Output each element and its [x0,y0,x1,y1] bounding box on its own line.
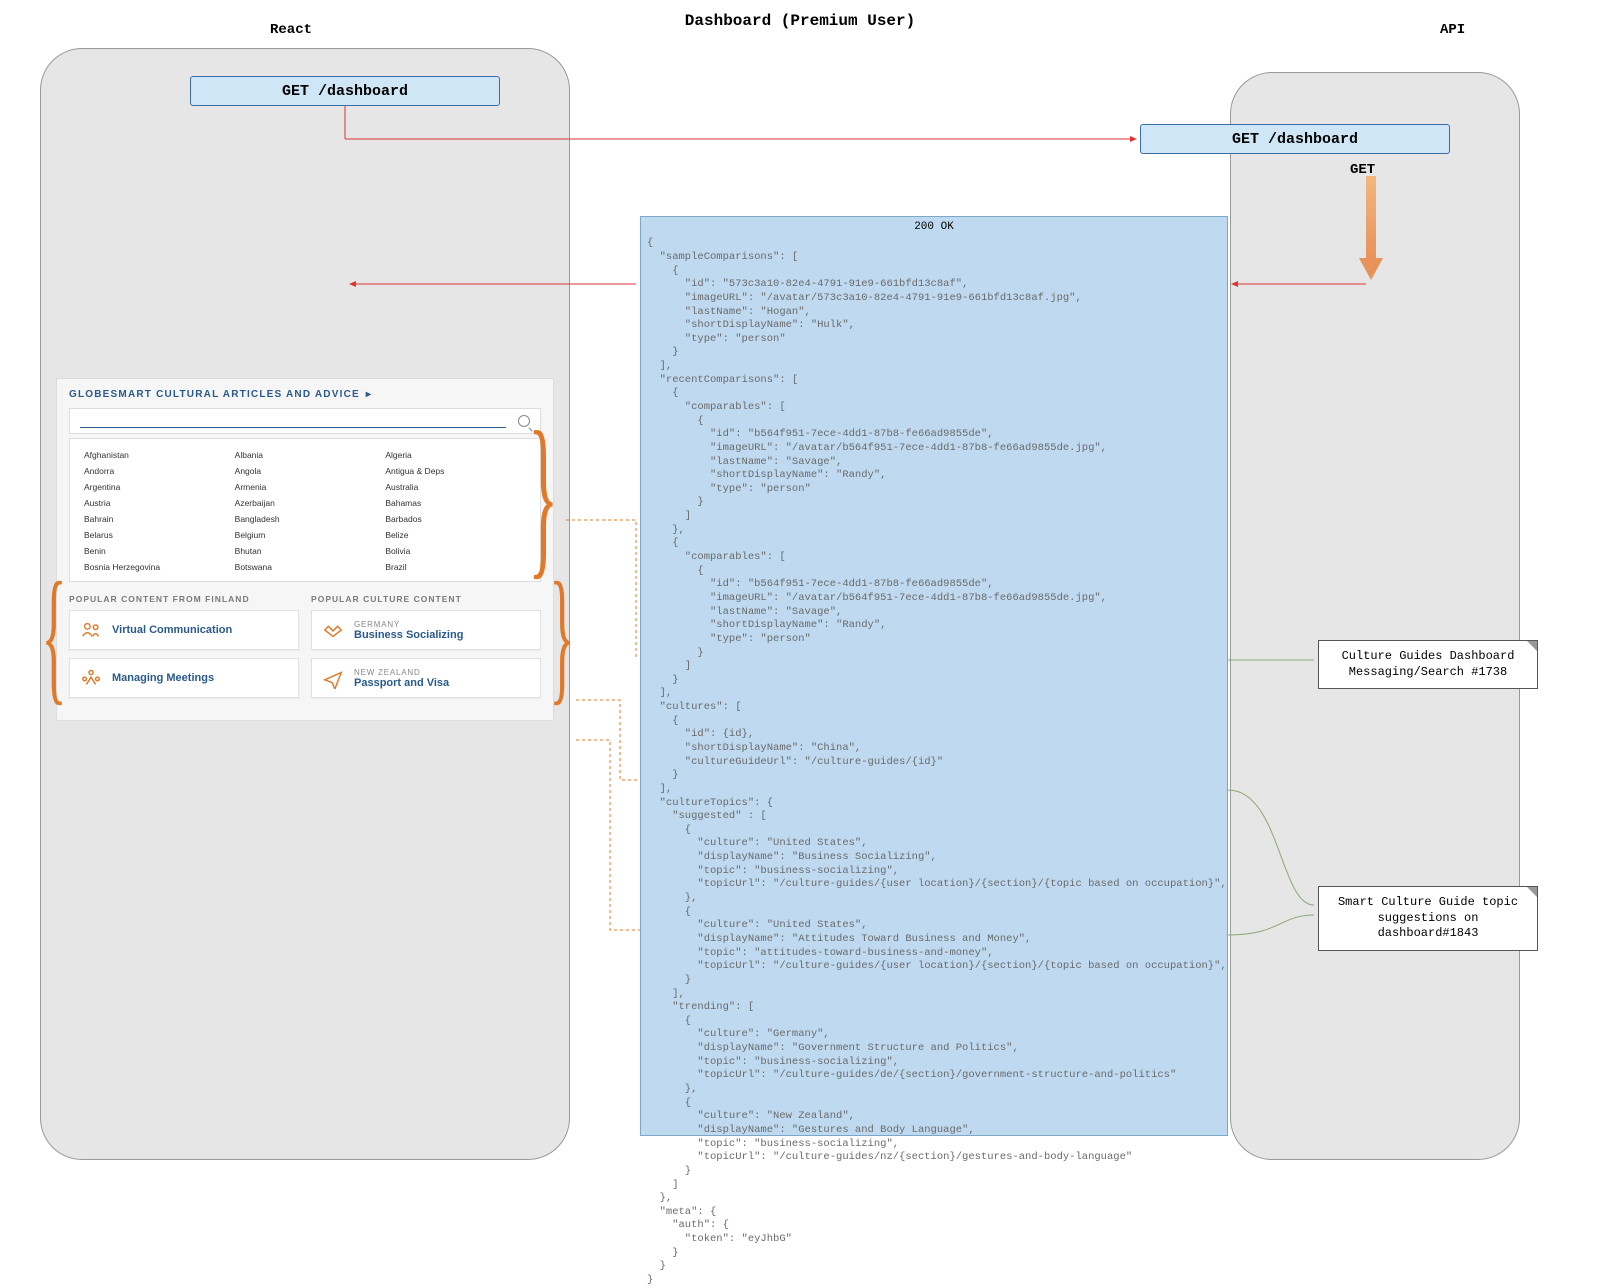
card-passport-visa[interactable]: NEW ZEALANDPassport and Visa [311,658,541,698]
country-grid: Afghanistan Albania Algeria Andorra Angola An… [69,438,541,582]
request-box-api: GET /dashboard [1140,124,1450,154]
people-icon [80,619,102,641]
widget-title: GLOBESMART CULTURAL ARTICLES AND ADVICE▸ [69,389,541,400]
country-item[interactable]: Bhutan [235,543,376,559]
plane-icon [322,667,344,689]
country-item[interactable]: Albania [235,447,376,463]
api-frame [1230,72,1520,1160]
popular-from-heading: POPULAR CONTENT FROM FINLAND [69,594,299,604]
diagram-title: Dashboard (Premium User) [685,12,915,30]
card-virtual-communication[interactable]: Virtual Communication [69,610,299,650]
country-item[interactable]: Australia [385,479,526,495]
card-managing-meetings[interactable]: Managing Meetings [69,658,299,698]
search-input[interactable] [69,408,541,434]
country-item[interactable]: Belize [385,527,526,543]
country-item[interactable]: Barbados [385,511,526,527]
status-label: 200 OK [641,217,1227,237]
card-business-socializing[interactable]: GERMANYBusiness Socializing [311,610,541,650]
country-item[interactable]: Bangladesh [235,511,376,527]
country-item[interactable]: Austria [84,495,225,511]
country-item[interactable]: Afghanistan [84,447,225,463]
country-item[interactable]: Bahrain [84,511,225,527]
request-box-react: GET /dashboard [190,76,500,106]
country-item[interactable]: Botswana [235,559,376,575]
country-item[interactable]: Algeria [385,447,526,463]
meeting-icon [80,667,102,689]
country-item[interactable]: Belgium [235,527,376,543]
lane-label-react: React [270,22,312,38]
handshake-icon [322,619,344,641]
culture-widget: GLOBESMART CULTURAL ARTICLES AND ADVICE▸… [56,378,554,721]
country-item[interactable]: Azerbaijan [235,495,376,511]
country-item[interactable]: Bolivia [385,543,526,559]
note-smart-topics: Smart Culture Guide topic suggestions on… [1318,886,1538,951]
country-item[interactable]: Bosnia Herzegovina [84,559,225,575]
json-body: { "sampleComparisons": [ { "id": "573c3a… [641,237,1227,1287]
note-culture-guides: Culture Guides Dashboard Messaging/Searc… [1318,640,1538,689]
get-label: GET [1350,162,1375,178]
country-item[interactable]: Benin [84,543,225,559]
country-item[interactable]: Argentina [84,479,225,495]
lane-label-api: API [1440,22,1465,38]
country-item[interactable]: Bahamas [385,495,526,511]
chevron-right-icon: ▸ [366,389,372,400]
country-item[interactable]: Brazil [385,559,526,575]
popular-culture-heading: POPULAR CULTURE CONTENT [311,594,541,604]
country-item[interactable]: Belarus [84,527,225,543]
country-item[interactable]: Angola [235,463,376,479]
country-item[interactable]: Armenia [235,479,376,495]
country-item[interactable]: Antigua & Deps [385,463,526,479]
json-response-panel: 200 OK { "sampleComparisons": [ { "id": … [640,216,1228,1136]
country-item[interactable]: Andorra [84,463,225,479]
brace-icon: } [41,560,66,710]
brace-icon: } [549,560,574,710]
